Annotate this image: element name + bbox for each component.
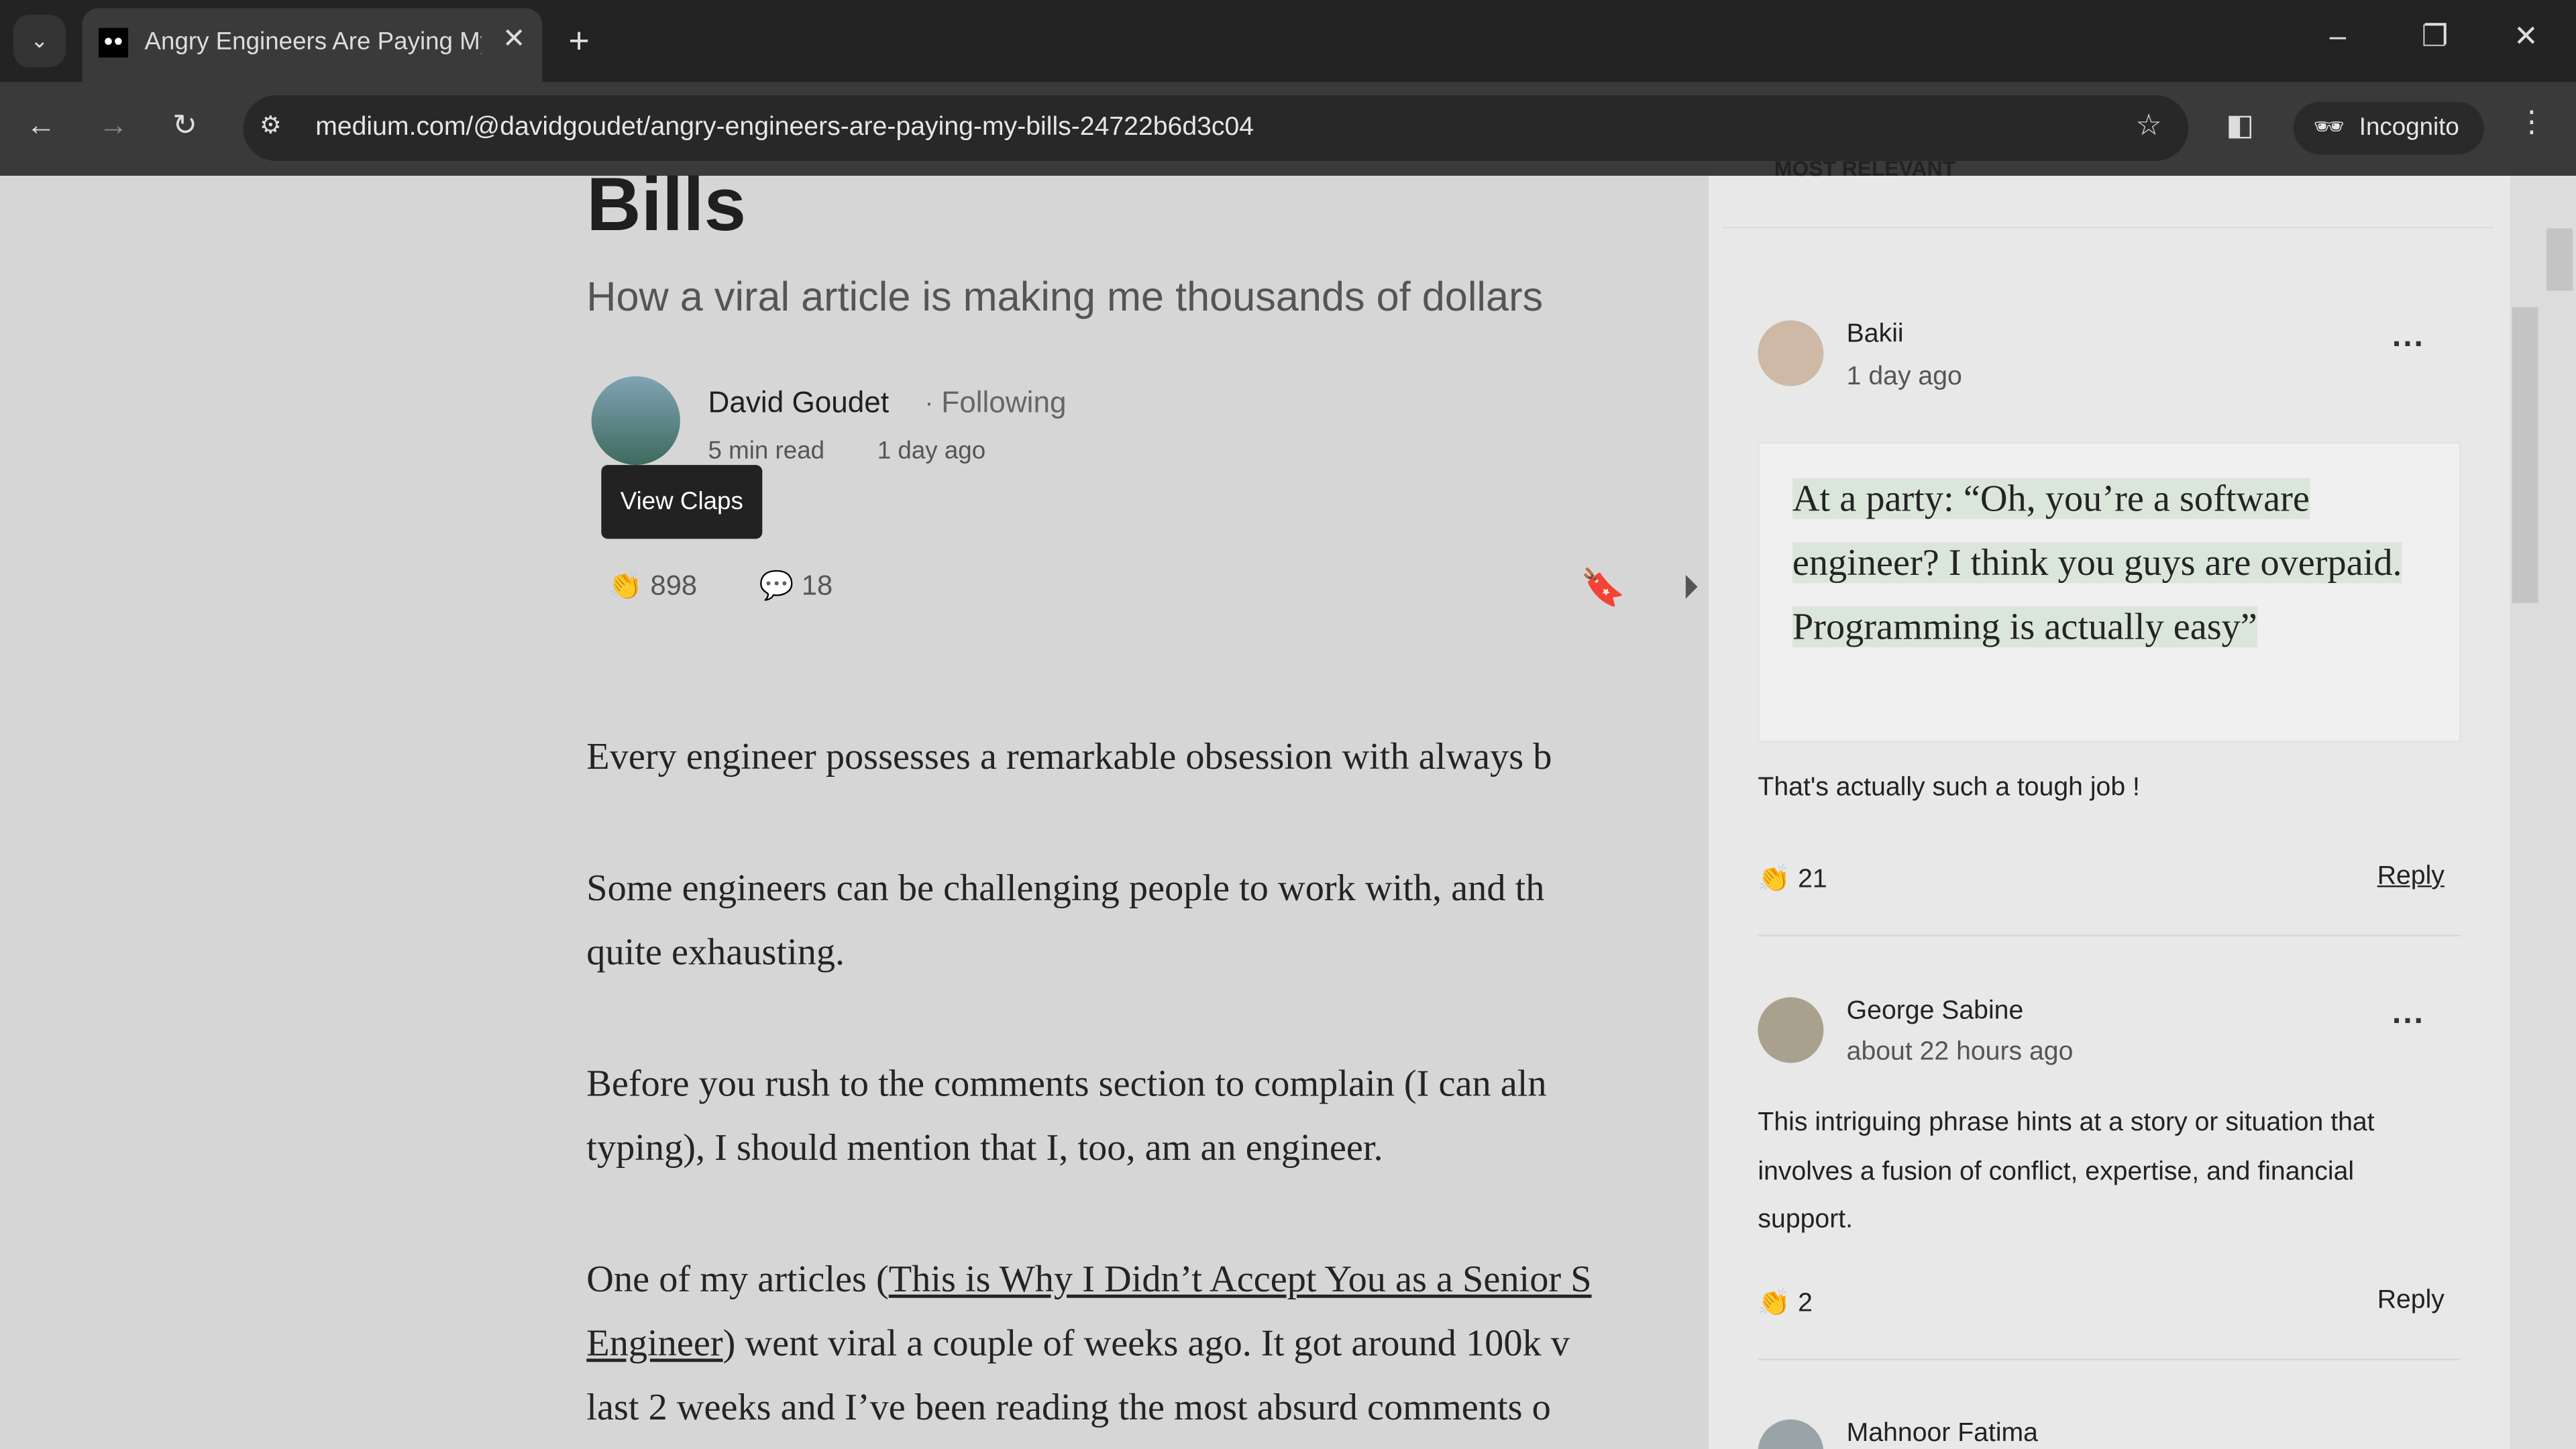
more-options-icon[interactable]: ···: [2392, 327, 2425, 364]
paragraph: typing), I should mention that I, too, a…: [586, 1127, 1383, 1169]
comments-panel: MOST RELEVANT Bakii 1 day ago ··· At a p…: [1708, 156, 2511, 1449]
clap-count: 898: [650, 570, 698, 602]
read-time: 5 min read: [708, 437, 825, 466]
article: Bills How a viral article is making me t…: [0, 161, 1709, 1449]
forward-button[interactable]: →: [99, 109, 128, 143]
save-bookmark-icon[interactable]: 🔖: [1580, 567, 1625, 610]
comment-clap-button[interactable]: 👏 21: [1758, 863, 1827, 896]
quoted-highlight: At a party: “Oh, you’re a software engin…: [1758, 441, 2461, 743]
follow-button[interactable]: Following: [941, 386, 1066, 421]
comment-avatar[interactable]: [1758, 320, 1824, 386]
back-button[interactable]: ←: [26, 109, 56, 143]
article-link[interactable]: This is Why I Didn’t Accept You as a Sen…: [889, 1258, 1592, 1299]
comment-text: This intriguing phrase hints at a story …: [1758, 1109, 2375, 1234]
publish-date: 1 day ago: [877, 437, 986, 466]
avatar[interactable]: [591, 376, 680, 466]
panel-scroll-thumb[interactable]: [2512, 307, 2538, 603]
close-tab-icon[interactable]: ✕: [502, 23, 526, 56]
tab-active[interactable]: ●● Angry Engineers Are Paying My Bills ✕: [82, 8, 543, 83]
author-name[interactable]: David Goudet: [708, 386, 890, 421]
incognito-icon: 🕶: [2313, 113, 2345, 142]
side-panel-icon[interactable]: ◧: [2226, 109, 2254, 143]
divider: [1721, 226, 2494, 229]
response-count: 18: [801, 570, 833, 602]
listen-play-icon[interactable]: ⏵: [1682, 570, 1699, 608]
paragraph: Some engineers can be challenging people…: [586, 867, 1545, 909]
article-title: Bills: [586, 161, 747, 247]
toolbar: ← → ↻ ⚙ medium.com/@davidgoudet/angry-en…: [0, 82, 2576, 176]
paragraph: last 2 weeks and I’ve been reading the m…: [586, 1386, 1551, 1428]
responses-button[interactable]: 💬 18: [759, 570, 833, 603]
close-window-button[interactable]: ✕: [2514, 19, 2538, 54]
site-info-icon[interactable]: ⚙: [260, 110, 282, 140]
paragraph: One of my articles (This is Why I Didn’t…: [586, 1258, 1592, 1300]
restore-button[interactable]: ❐: [2422, 19, 2449, 54]
tab-search-button[interactable]: ⌄: [13, 15, 66, 68]
commenter-name[interactable]: Bakii: [1847, 321, 1904, 350]
new-tab-button[interactable]: +: [568, 19, 589, 62]
article-subtitle: How a viral article is making me thousan…: [586, 274, 1544, 321]
comment-time: 1 day ago: [1846, 363, 1962, 391]
comment-text: That's actually such a tough job !: [1758, 773, 2140, 802]
clap-button[interactable]: 👏 898: [608, 570, 697, 603]
profile-label: Incognito: [2359, 113, 2459, 142]
commenter-name[interactable]: Mahnoor Fatima: [1847, 1419, 2038, 1449]
tab-bar: ⌄ ●● Angry Engineers Are Paying My Bills…: [0, 0, 2576, 83]
divider: [1758, 934, 2461, 936]
paragraph: Before you rush to the comments section …: [586, 1063, 1547, 1104]
comment-time: about 22 hours ago: [1846, 1038, 2074, 1067]
reload-button[interactable]: ↻: [172, 109, 197, 143]
comment-clap-button[interactable]: 👏 2: [1758, 1287, 1813, 1320]
commenter-name[interactable]: George Sabine: [1847, 998, 2024, 1027]
paragraph: Engineer) went viral a couple of weeks a…: [586, 1322, 1570, 1364]
menu-icon[interactable]: ⋮: [2517, 105, 2546, 140]
paragraph: Every engineer possesses a remarkable ob…: [586, 736, 1552, 777]
page-scroll-thumb[interactable]: [2546, 228, 2573, 291]
address-bar[interactable]: ⚙ medium.com/@davidgoudet/angry-engineer…: [243, 95, 2189, 162]
more-options-icon[interactable]: ···: [2392, 1004, 2425, 1041]
incognito-badge[interactable]: 🕶 Incognito: [2293, 101, 2484, 155]
tab-title: Angry Engineers Are Paying My Bills: [144, 28, 482, 56]
scrollbar[interactable]: [2510, 176, 2576, 1449]
comment-avatar[interactable]: [1758, 1419, 1824, 1449]
reply-button[interactable]: Reply: [2377, 863, 2445, 892]
view-claps-tooltip: View Claps: [601, 465, 763, 539]
comment-avatar[interactable]: [1758, 997, 1824, 1063]
reply-button[interactable]: Reply: [2377, 1287, 2445, 1316]
sort-label[interactable]: MOST RELEVANT: [1774, 156, 1955, 181]
minimize-button[interactable]: –: [2330, 19, 2347, 54]
bookmark-star-icon[interactable]: ☆: [2135, 109, 2162, 143]
article-link[interactable]: Engineer: [586, 1322, 722, 1363]
medium-logo-icon: ●●: [98, 28, 129, 58]
divider: [1758, 1358, 2461, 1360]
paragraph: quite exhausting.: [586, 931, 845, 973]
url-text: medium.com/@davidgoudet/angry-engineers-…: [315, 113, 1254, 142]
comment-icon: 💬: [759, 570, 794, 602]
